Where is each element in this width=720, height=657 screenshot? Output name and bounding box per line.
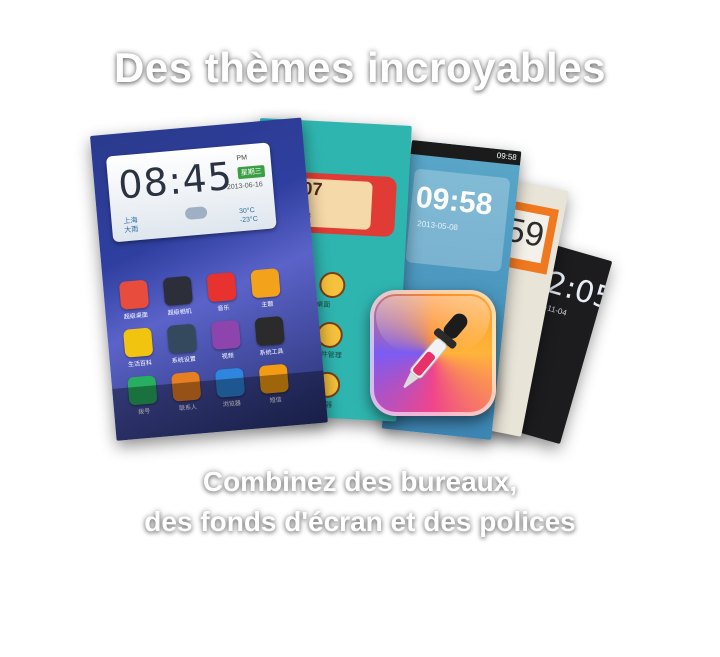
phone-clock: 08:45 <box>116 153 235 208</box>
app-label: 超级桌面 <box>123 312 149 321</box>
clock-weather-widget: 08:45 PM 星期三 2013-06-16 上海 大雨 30°C -23°C <box>105 142 277 243</box>
app-label: 视频 <box>221 353 235 361</box>
weather-label: 大雨 <box>124 226 139 235</box>
weekday-badge: 星期三 <box>237 164 266 180</box>
app-label: 系统工具 <box>259 348 284 358</box>
temperature: 30°C -23°C <box>239 206 258 225</box>
subtitle-line-1: Combinez des bureaux, <box>202 466 518 497</box>
app-icon[interactable]: 主题 <box>244 268 287 310</box>
rain-cloud-icon <box>184 206 208 220</box>
weather-location: 上海 大雨 <box>123 216 139 235</box>
eyedropper-icon <box>403 313 468 389</box>
app-icon[interactable]: 超级桌面 <box>113 279 156 321</box>
palette-theme-app-icon[interactable] <box>370 290 496 416</box>
app-icon-tile <box>206 271 237 303</box>
app-icon-tile <box>254 315 285 347</box>
app-icon-tile <box>162 275 194 307</box>
temp-low: -23°C <box>239 215 259 225</box>
subtitle-line-2: des fonds d'écran et des polices <box>144 506 576 537</box>
app-icon-tile <box>123 327 154 358</box>
cartoon-app-icon <box>318 271 347 299</box>
app-label: 音乐 <box>217 305 230 313</box>
app-icon-tile <box>250 268 281 299</box>
app-label: 主题 <box>261 301 274 309</box>
page-headline: Des thèmes incroyables <box>114 44 606 91</box>
app-icon[interactable]: 音乐 <box>201 271 244 313</box>
app-icon[interactable]: 生活百科 <box>117 327 160 369</box>
app-grid: 超级桌面 超级相机 音乐 主题 生活百科 系统设置 视频 系统工具 拨号 联系人 浏览器 短信 <box>113 267 292 416</box>
app-label: 生活百科 <box>127 360 153 369</box>
app-icon[interactable]: 视频 <box>205 319 248 361</box>
phone-mockup-main-theme: 08:45 PM 星期三 2013-06-16 上海 大雨 30°C -23°C… <box>90 117 328 441</box>
status-bar: 09:58 <box>410 140 522 166</box>
app-icon-tile <box>210 319 242 351</box>
app-icon-tile <box>118 279 150 310</box>
app-icon[interactable]: 系统工具 <box>249 315 292 357</box>
app-label: 系统设置 <box>171 356 197 365</box>
app-icon[interactable]: 系统设置 <box>161 323 204 365</box>
app-label: 桌面 <box>316 301 331 309</box>
ampm-label: PM <box>236 154 248 163</box>
app-icon-tile <box>166 323 198 354</box>
app-icon[interactable]: 超级相机 <box>157 275 200 317</box>
page-subtitle: Combinez des bureaux, des fonds d'écran … <box>0 462 720 542</box>
app-label: 超级相机 <box>167 308 192 317</box>
